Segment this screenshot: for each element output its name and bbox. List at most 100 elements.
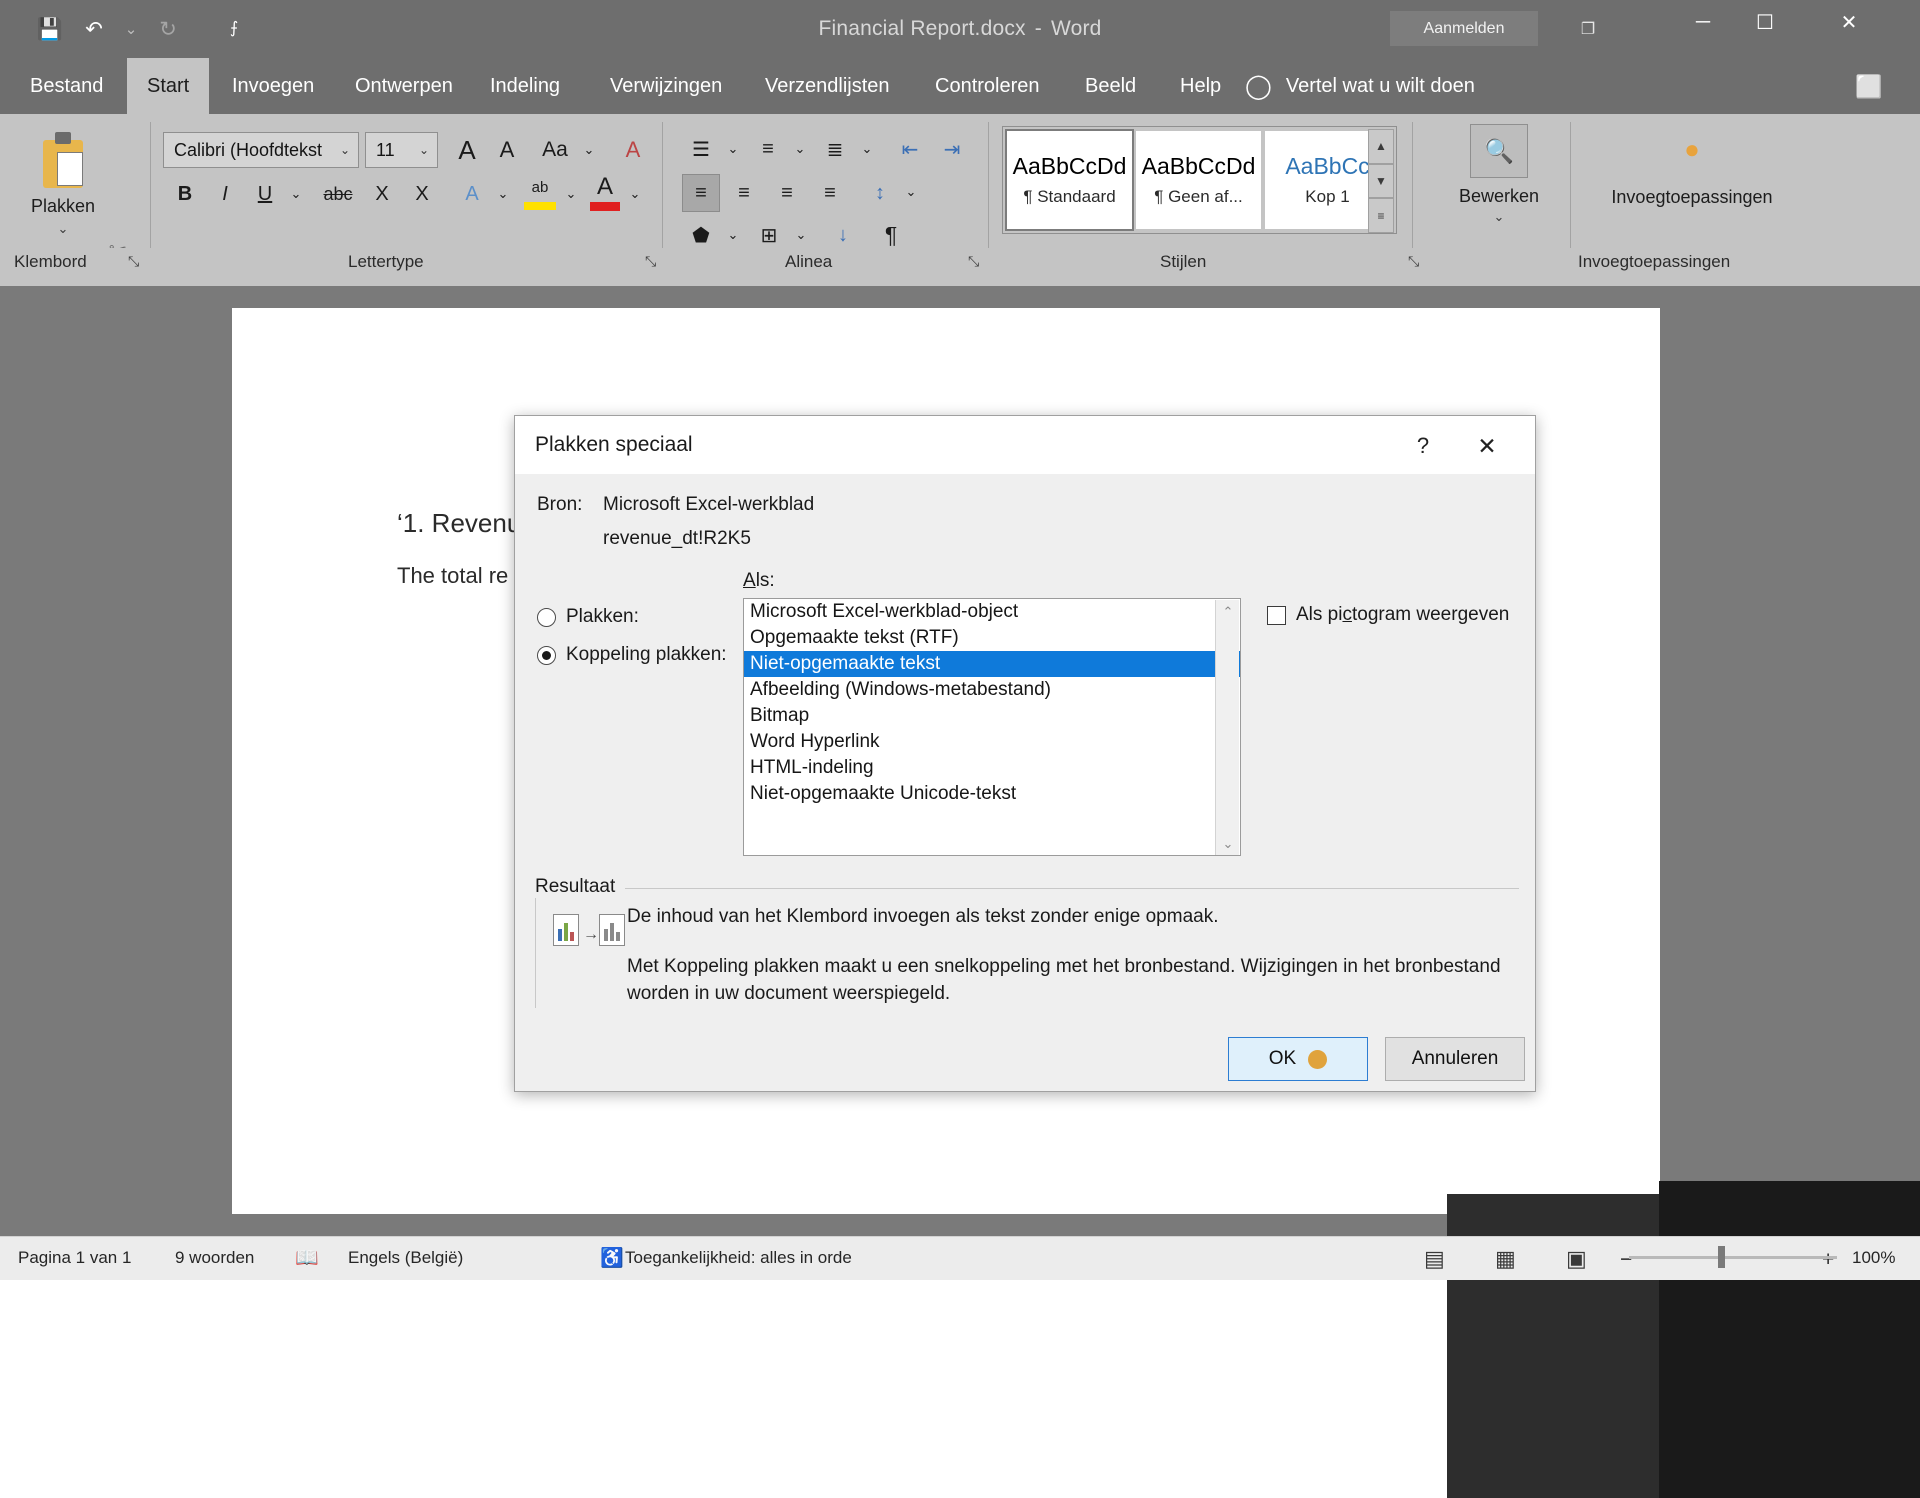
styles-gallery-scrollbar[interactable]: ▲ ▼ ≡ bbox=[1368, 129, 1394, 234]
list-item[interactable]: HTML-indeling bbox=[744, 755, 1240, 781]
addins-group[interactable]: ● Invoegtoepassingen bbox=[1592, 124, 1792, 208]
tab-help[interactable]: Help bbox=[1160, 58, 1241, 114]
list-item[interactable]: Word Hyperlink bbox=[744, 729, 1240, 755]
list-item[interactable]: Bitmap bbox=[744, 703, 1240, 729]
decrease-indent-icon[interactable]: ⇤ bbox=[892, 132, 928, 166]
display-as-icon-checkbox[interactable]: Als pictogram weergeven bbox=[1267, 604, 1509, 626]
zoom-slider-track[interactable] bbox=[1629, 1256, 1837, 1259]
shading-icon[interactable]: ⬟ bbox=[684, 218, 718, 252]
cancel-button[interactable]: Annuleren bbox=[1385, 1037, 1525, 1081]
bold-button[interactable]: B bbox=[168, 176, 202, 212]
close-button[interactable]: ✕ bbox=[1818, 0, 1880, 44]
checkbox-box[interactable] bbox=[1267, 605, 1286, 625]
justify-button[interactable]: ≡ bbox=[811, 174, 849, 212]
tab-verwijzingen[interactable]: Verwijzingen bbox=[590, 58, 742, 114]
numbering-caret-icon[interactable]: ⌄ bbox=[789, 134, 811, 164]
align-left-button[interactable]: ≡ bbox=[682, 174, 720, 212]
strikethrough-button[interactable]: abc bbox=[318, 176, 358, 212]
tab-start[interactable]: Start bbox=[127, 58, 210, 114]
gallery-more-icon[interactable]: ≡ bbox=[1368, 198, 1394, 234]
tab-beeld[interactable]: Beeld bbox=[1065, 58, 1156, 114]
proofing-icon[interactable]: 📖 bbox=[295, 1246, 319, 1270]
tab-verzendlijsten[interactable]: Verzendlijsten bbox=[745, 58, 910, 114]
bullets-caret-icon[interactable]: ⌄ bbox=[722, 134, 744, 164]
align-center-button[interactable]: ≡ bbox=[725, 174, 763, 212]
superscript-button[interactable]: X bbox=[405, 176, 439, 212]
align-right-button[interactable]: ≡ bbox=[768, 174, 806, 212]
multilevel-list-icon[interactable]: ≣ bbox=[817, 132, 853, 166]
borders-caret-icon[interactable]: ⌄ bbox=[790, 220, 812, 250]
close-icon[interactable]: ✕ bbox=[1467, 430, 1507, 462]
tab-indeling[interactable]: Indeling bbox=[470, 58, 580, 114]
paste-button[interactable]: Plakken ⌄ bbox=[16, 126, 110, 256]
tab-invoegen[interactable]: Invoegen bbox=[212, 58, 334, 114]
editing-caret-icon[interactable]: ⌄ bbox=[1440, 209, 1558, 225]
grow-font-icon[interactable]: A bbox=[450, 132, 484, 168]
listbox-scrollbar[interactable]: ⌃ ⌄ bbox=[1215, 600, 1240, 855]
stijlen-dialog-launcher[interactable]: ⤡ bbox=[1408, 253, 1419, 270]
paste-dropdown-caret-icon[interactable]: ⌄ bbox=[58, 221, 69, 237]
gallery-scroll-down-icon[interactable]: ▼ bbox=[1368, 163, 1394, 199]
scroll-down-icon[interactable]: ⌄ bbox=[1216, 832, 1240, 855]
font-name-input[interactable]: Calibri (Hoofdtekst ⌄ bbox=[163, 132, 359, 168]
language-indicator[interactable]: Engels (België) bbox=[348, 1248, 463, 1268]
ok-button[interactable]: OK bbox=[1228, 1037, 1368, 1081]
change-case-caret-icon[interactable]: ⌄ bbox=[578, 134, 600, 166]
change-case-icon[interactable]: Aa bbox=[537, 132, 573, 168]
font-name-caret-icon[interactable]: ⌄ bbox=[340, 143, 350, 157]
shrink-font-icon[interactable]: A bbox=[490, 132, 524, 168]
tab-bestand[interactable]: Bestand bbox=[10, 58, 123, 114]
numbering-icon[interactable]: ≡ bbox=[750, 132, 786, 166]
increase-indent-icon[interactable]: ⇥ bbox=[934, 132, 970, 166]
read-mode-icon[interactable]: ▤ bbox=[1424, 1246, 1445, 1272]
zoom-in-button[interactable]: + bbox=[1822, 1248, 1834, 1272]
lettertype-dialog-launcher[interactable]: ⤡ bbox=[645, 253, 656, 270]
print-layout-icon[interactable]: ▦ bbox=[1495, 1246, 1516, 1272]
maximize-button[interactable]: ☐ bbox=[1734, 0, 1796, 44]
style-standaard[interactable]: AaBbCcDd ¶ Standaard bbox=[1005, 129, 1134, 231]
scroll-up-icon[interactable]: ⌃ bbox=[1216, 600, 1240, 624]
tab-ontwerpen[interactable]: Ontwerpen bbox=[335, 58, 473, 114]
radio-plakken[interactable]: Plakken: bbox=[537, 606, 639, 628]
zoom-slider-thumb[interactable] bbox=[1718, 1246, 1725, 1268]
highlight-caret-icon[interactable]: ⌄ bbox=[560, 178, 582, 210]
list-item[interactable]: Microsoft Excel-werkblad-object bbox=[744, 599, 1240, 625]
font-size-input[interactable]: 11 ⌄ bbox=[365, 132, 438, 168]
list-item[interactable]: Opgemaakte tekst (RTF) bbox=[744, 625, 1240, 651]
gallery-scroll-up-icon[interactable]: ▲ bbox=[1368, 129, 1394, 164]
alinea-dialog-launcher[interactable]: ⤡ bbox=[968, 253, 979, 270]
radio-koppeling-circle[interactable] bbox=[537, 645, 556, 665]
borders-icon[interactable]: ⊞ bbox=[752, 218, 786, 252]
klembord-dialog-launcher[interactable]: ⤡ bbox=[128, 253, 139, 270]
font-color-caret-icon[interactable]: ⌄ bbox=[624, 178, 646, 210]
zoom-level[interactable]: 100% bbox=[1852, 1248, 1895, 1268]
multilevel-caret-icon[interactable]: ⌄ bbox=[856, 134, 878, 164]
list-item[interactable]: Niet-opgemaakte Unicode-tekst bbox=[744, 781, 1240, 807]
italic-button[interactable]: I bbox=[208, 176, 242, 212]
text-highlight-icon[interactable]: ab bbox=[522, 172, 558, 202]
underline-caret-icon[interactable]: ⌄ bbox=[285, 178, 307, 210]
text-effects-icon[interactable]: A bbox=[455, 176, 489, 212]
list-item-selected[interactable]: Niet-opgemaakte tekst bbox=[744, 651, 1240, 677]
subscript-button[interactable]: X bbox=[365, 176, 399, 212]
shading-caret-icon[interactable]: ⌄ bbox=[722, 220, 744, 250]
font-color-icon[interactable]: A bbox=[588, 172, 622, 202]
format-listbox[interactable]: Microsoft Excel-werkblad-object Opgemaak… bbox=[743, 598, 1241, 856]
comments-icon[interactable]: ⬜ bbox=[1848, 72, 1890, 102]
radio-koppeling-plakken[interactable]: Koppeling plakken: bbox=[537, 644, 727, 666]
radio-plakken-circle[interactable] bbox=[537, 607, 556, 627]
underline-button[interactable]: U bbox=[248, 176, 282, 212]
sort-icon[interactable]: ↓ bbox=[826, 218, 860, 252]
sign-in-button[interactable]: Aanmelden bbox=[1390, 11, 1538, 46]
ribbon-display-options-icon[interactable]: ❐ bbox=[1566, 10, 1610, 48]
tab-controleren[interactable]: Controleren bbox=[915, 58, 1060, 114]
style-geen-afstand[interactable]: AaBbCcDd ¶ Geen af... bbox=[1136, 131, 1261, 229]
bullets-icon[interactable]: ☰ bbox=[683, 132, 719, 166]
list-item[interactable]: Afbeelding (Windows-metabestand) bbox=[744, 677, 1240, 703]
tell-me-search[interactable]: ◯ Vertel wat u wilt doen bbox=[1245, 58, 1475, 114]
help-icon[interactable]: ? bbox=[1403, 430, 1443, 462]
line-spacing-caret-icon[interactable]: ⌄ bbox=[900, 176, 922, 208]
show-formatting-marks-icon[interactable]: ¶ bbox=[874, 218, 908, 252]
word-count[interactable]: 9 woorden bbox=[175, 1248, 254, 1268]
page-indicator[interactable]: Pagina 1 van 1 bbox=[18, 1248, 131, 1268]
